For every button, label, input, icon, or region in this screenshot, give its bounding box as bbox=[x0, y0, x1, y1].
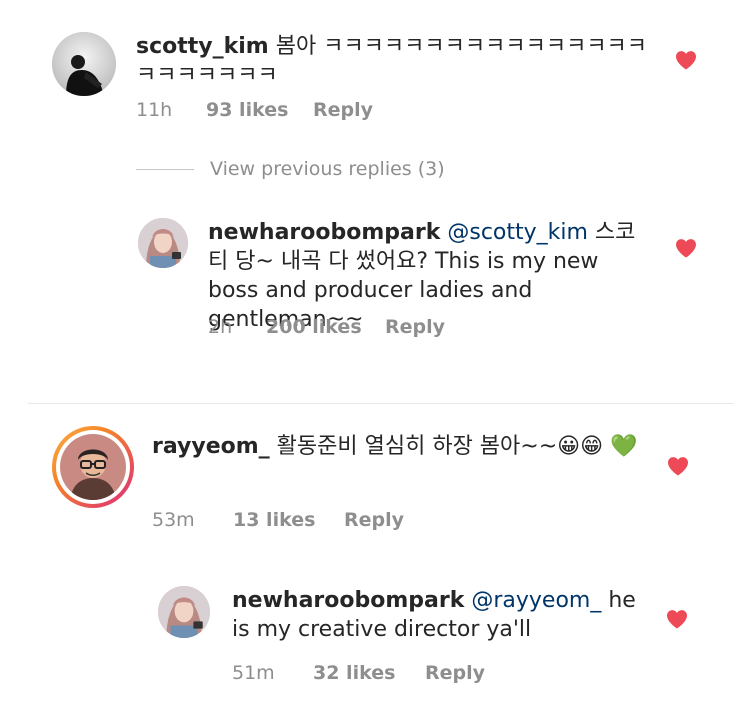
comment-username[interactable]: scotty_kim bbox=[136, 34, 269, 59]
reply-meta: 2h 200 likes Reply bbox=[208, 316, 445, 338]
comment-time: 11h bbox=[136, 99, 173, 121]
reply-mention[interactable]: @rayyeom_ bbox=[471, 588, 601, 613]
heart-filled-icon[interactable] bbox=[675, 238, 697, 258]
heart-filled-icon[interactable] bbox=[666, 609, 688, 629]
reply-time: 51m bbox=[232, 662, 275, 684]
comment-meta: 53m 13 likes Reply bbox=[152, 509, 404, 531]
avatar-portrait-image bbox=[138, 218, 188, 268]
heart-filled-icon[interactable] bbox=[675, 50, 697, 70]
avatar-rayyeom-story-ring[interactable] bbox=[52, 426, 134, 508]
avatar-newharoobompark[interactable] bbox=[158, 586, 210, 638]
avatar-scotty-kim[interactable] bbox=[52, 32, 116, 96]
reply-time: 2h bbox=[208, 316, 233, 338]
reply-likes[interactable]: 32 likes bbox=[313, 662, 425, 684]
reply-meta: 51m 32 likes Reply bbox=[232, 662, 485, 684]
comment-body: rayyeom_ 활동준비 열심히 하장 봄아~~😀😁 💚 bbox=[152, 432, 652, 461]
comment-likes[interactable]: 93 likes bbox=[206, 99, 313, 121]
comment-username[interactable]: rayyeom_ bbox=[152, 434, 270, 459]
avatar-newharoobompark[interactable] bbox=[138, 218, 188, 268]
view-previous-replies-label[interactable]: View previous replies (3) bbox=[210, 158, 445, 180]
thread-divider bbox=[28, 403, 734, 404]
comment-time: 53m bbox=[152, 509, 195, 531]
reply-button[interactable]: Reply bbox=[344, 509, 404, 531]
avatar-cartoon-image bbox=[60, 434, 126, 500]
reply-button[interactable]: Reply bbox=[425, 662, 485, 684]
comment-likes[interactable]: 13 likes bbox=[233, 509, 344, 531]
reply-username[interactable]: newharoobompark bbox=[232, 588, 464, 613]
heart-filled-icon[interactable] bbox=[667, 456, 689, 476]
reply-username[interactable]: newharoobompark bbox=[208, 220, 440, 245]
replies-divider-line bbox=[136, 169, 194, 170]
reply-mention[interactable]: @scotty_kim bbox=[447, 220, 588, 245]
comment-body: scotty_kim 봄아 ㅋㅋㅋㅋㅋㅋㅋㅋㅋㅋㅋㅋㅋㅋㅋㅋ ㅋㅋㅋㅋㅋㅋㅋ bbox=[136, 32, 656, 90]
reply-button[interactable]: Reply bbox=[313, 99, 373, 121]
comment-text: 활동준비 열심히 하장 봄아~~😀😁 💚 bbox=[269, 434, 638, 459]
reply-button[interactable]: Reply bbox=[385, 316, 445, 338]
avatar-silhouette-image bbox=[52, 32, 116, 96]
reply-body: newharoobompark @rayyeom_ he is my creat… bbox=[232, 586, 642, 644]
comment-meta: 11h 93 likes Reply bbox=[136, 99, 373, 121]
avatar-portrait-image bbox=[158, 586, 210, 638]
view-previous-replies[interactable]: View previous replies (3) bbox=[136, 158, 445, 180]
reply-likes[interactable]: 200 likes bbox=[266, 316, 385, 338]
